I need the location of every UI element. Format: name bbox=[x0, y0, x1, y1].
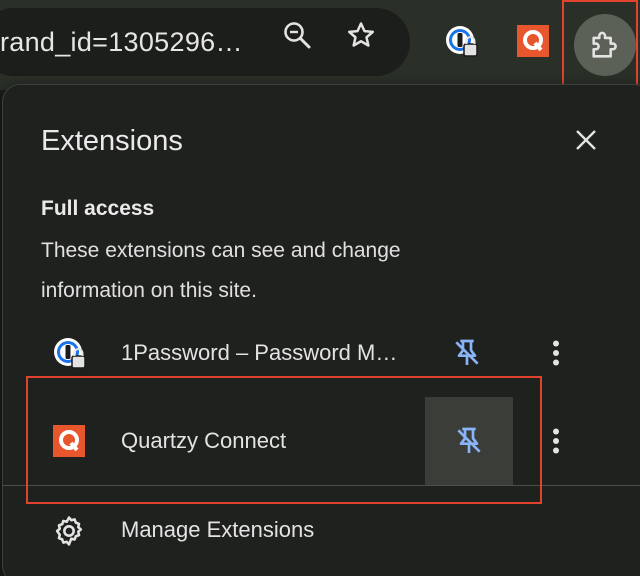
close-icon bbox=[576, 130, 596, 150]
close-button[interactable] bbox=[569, 123, 603, 157]
section-title: Full access bbox=[41, 197, 155, 220]
extension-row-quartzy[interactable]: Quartzy Connect bbox=[3, 397, 639, 485]
url-text[interactable]: rand_id=1305296… bbox=[0, 8, 243, 76]
extensions-button[interactable] bbox=[574, 14, 636, 76]
1password-icon bbox=[51, 335, 87, 371]
extension-row-1password[interactable]: 1Password – Password M… bbox=[3, 313, 639, 393]
section-description: These extensions can see and change info… bbox=[41, 239, 401, 302]
more-options-button-1password[interactable] bbox=[541, 333, 571, 373]
divider bbox=[3, 485, 640, 486]
more-vert-icon bbox=[553, 340, 559, 366]
zoom-icon[interactable] bbox=[282, 20, 312, 50]
more-options-button-quartzy[interactable] bbox=[541, 421, 571, 461]
unpin-icon bbox=[457, 427, 481, 453]
manage-extensions-row[interactable]: Manage Extensions bbox=[3, 505, 639, 555]
popup-title: Extensions bbox=[41, 125, 183, 157]
quartzy-icon[interactable] bbox=[516, 24, 550, 58]
pin-button-1password[interactable] bbox=[423, 309, 511, 397]
browser-toolbar: rand_id=1305296… bbox=[0, 0, 640, 90]
pin-button-quartzy[interactable] bbox=[425, 397, 513, 485]
1password-icon[interactable] bbox=[444, 24, 478, 58]
manage-extensions-label: Manage Extensions bbox=[121, 517, 315, 542]
star-icon[interactable] bbox=[346, 20, 376, 50]
extension-name: 1Password – Password M… bbox=[121, 340, 398, 365]
puzzle-icon bbox=[592, 31, 617, 58]
extension-name: Quartzy Connect bbox=[121, 428, 287, 453]
quartzy-icon bbox=[51, 423, 87, 459]
more-vert-icon bbox=[553, 428, 559, 454]
gear-icon bbox=[51, 513, 87, 549]
unpin-icon bbox=[455, 339, 479, 365]
extensions-popup: Extensions Full access These extensions … bbox=[2, 84, 640, 576]
